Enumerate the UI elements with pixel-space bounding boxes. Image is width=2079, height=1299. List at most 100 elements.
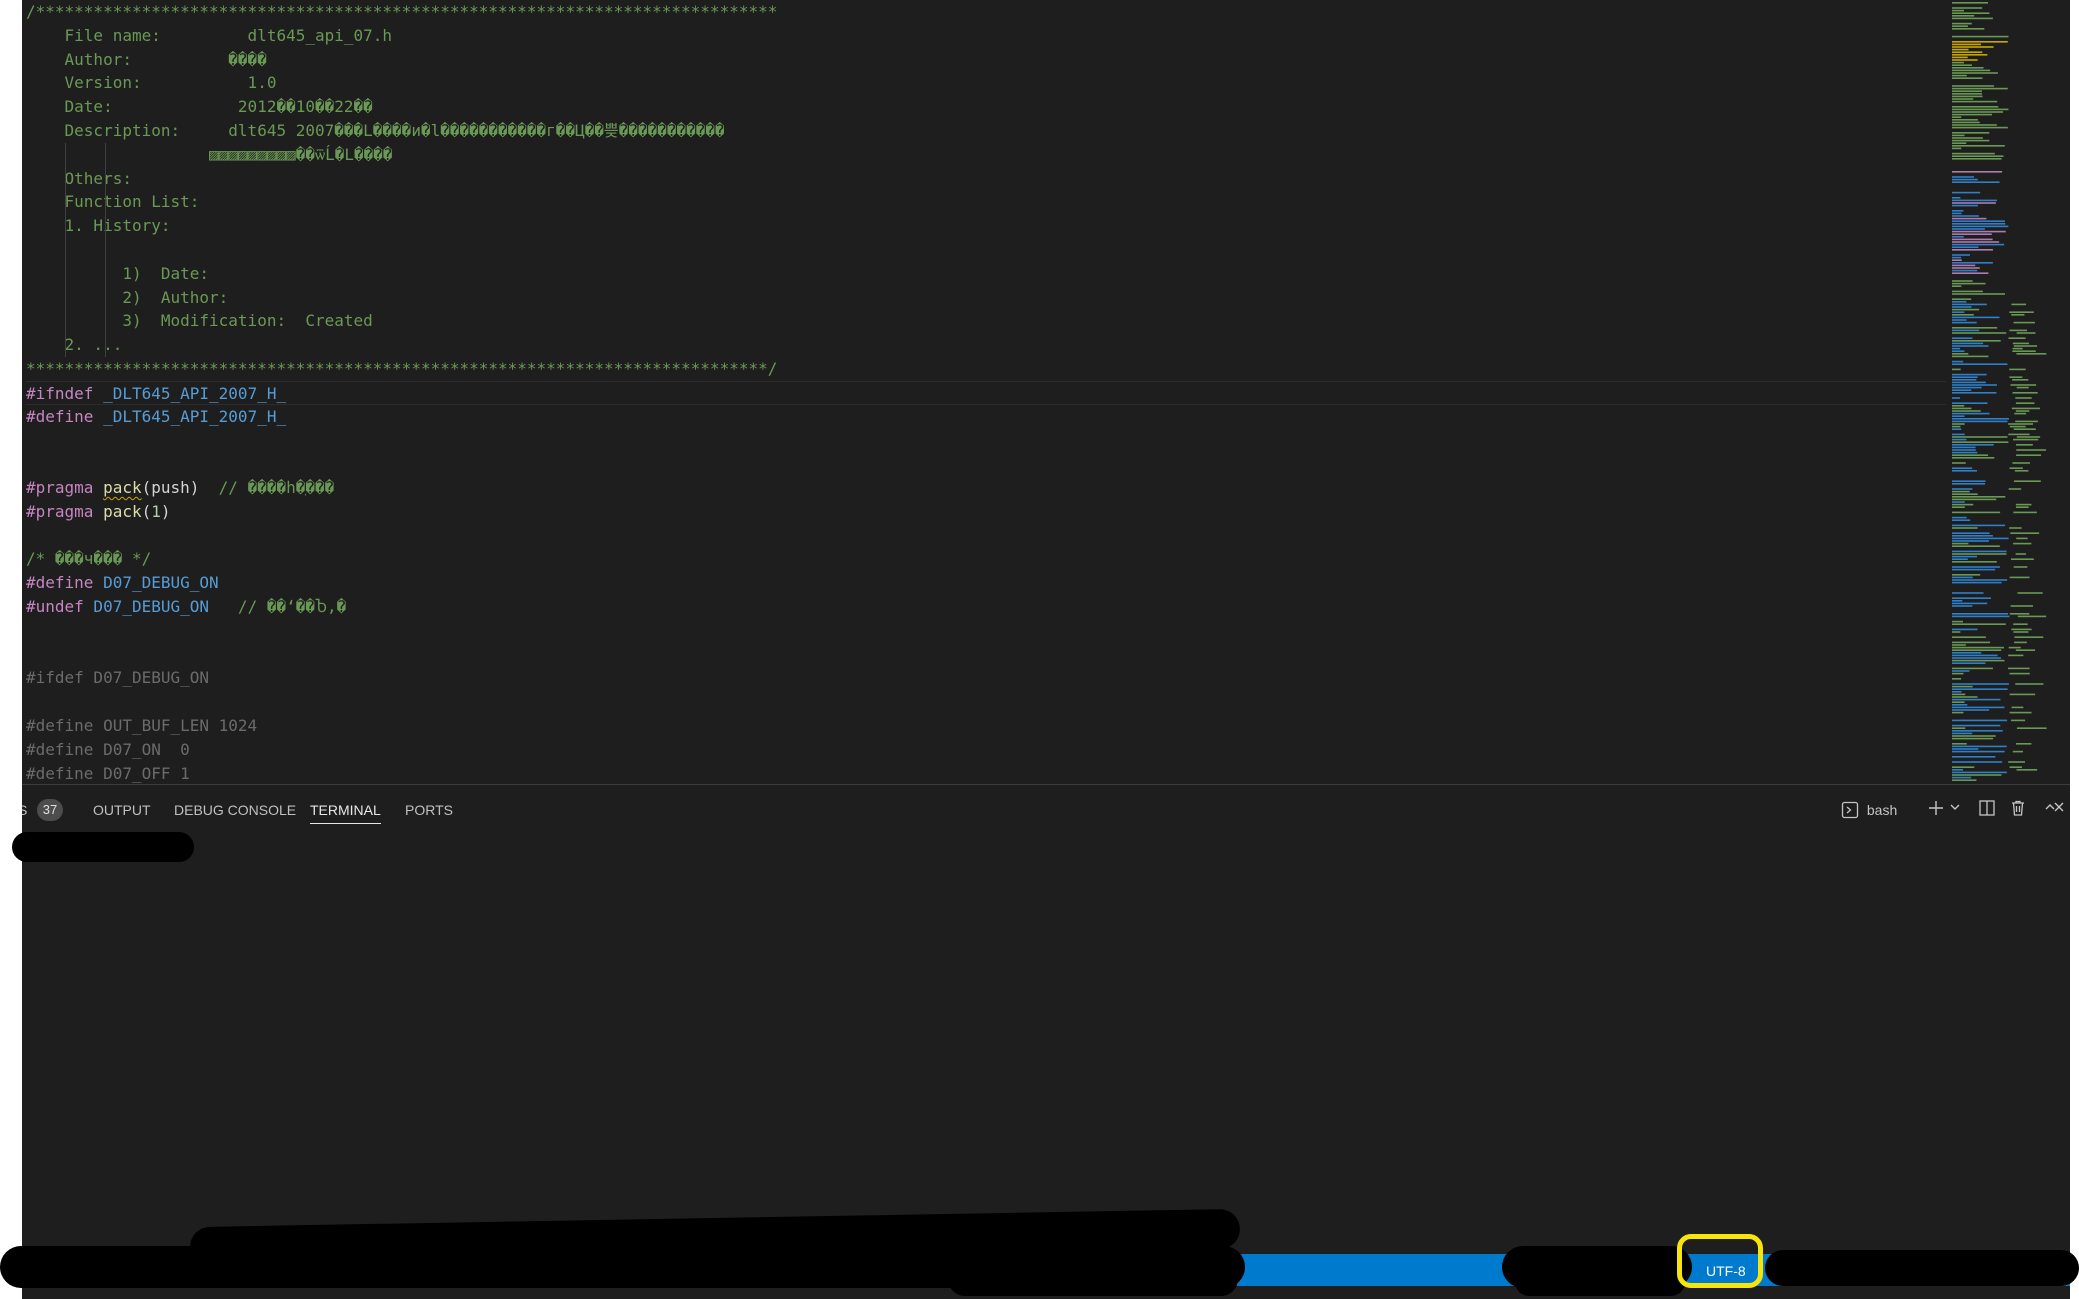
code-line[interactable]: Others: xyxy=(26,166,1946,191)
code-line[interactable]: 2. ... xyxy=(26,333,1946,357)
plus-icon[interactable] xyxy=(1927,799,1945,823)
indent-guide xyxy=(65,309,66,334)
minimap-line xyxy=(2008,654,2024,657)
code-line[interactable]: 3) Modification: Created xyxy=(26,309,1946,334)
code-line[interactable]: Author: ���� xyxy=(26,48,1946,72)
minimap-line xyxy=(1952,233,1992,235)
minimap-line xyxy=(1952,48,1969,51)
code-line[interactable] xyxy=(26,619,1946,643)
code-line[interactable]: 2) Author: xyxy=(26,285,1946,310)
code-line[interactable] xyxy=(26,237,1946,262)
minimap-line xyxy=(1952,386,1982,389)
trash-icon[interactable] xyxy=(2009,799,2027,823)
minimap-line xyxy=(1952,579,2008,581)
close-icon[interactable] xyxy=(2052,800,2066,824)
minimap-line xyxy=(1952,446,1976,449)
code-line[interactable] xyxy=(26,524,1946,548)
problems-count-badge: 37 xyxy=(37,799,63,821)
tab-ports[interactable]: PORTS xyxy=(405,797,453,823)
code-line[interactable]: #define OUT_BUF_LEN 1024 xyxy=(26,714,1946,738)
code-line[interactable]: #define D07_DEBUG_ON xyxy=(26,571,1946,595)
code-token: ****************************************… xyxy=(26,358,778,378)
minimap-line xyxy=(1952,568,1996,571)
tab-output[interactable]: OUTPUT xyxy=(93,797,151,823)
code-line[interactable]: Description: dlt645 2007���L����и�l�����… xyxy=(26,119,1946,143)
minimap-line xyxy=(1952,576,1973,579)
minimap-line xyxy=(1952,145,2005,147)
minimap-line xyxy=(1952,709,1990,711)
minimap-line xyxy=(2016,332,2036,334)
minimap-line xyxy=(1952,340,2001,342)
code-line[interactable]: 1) Date: xyxy=(26,261,1946,286)
code-token: #pragma xyxy=(26,477,94,497)
code-line[interactable] xyxy=(26,690,1946,714)
minimap-line xyxy=(2012,392,2038,394)
tab-terminal[interactable]: TERMINAL xyxy=(310,797,381,824)
code-line[interactable]: File name: dlt645_api_07.h xyxy=(26,24,1946,48)
minimap-line xyxy=(1952,706,2005,709)
minimap-line xyxy=(1952,285,1962,287)
minimap-line xyxy=(1952,259,1962,261)
code-line[interactable]: #undef D07_DEBUG_ON // ��ʻ��Ⴆ,� xyxy=(26,595,1946,619)
code-line[interactable]: ****************************************… xyxy=(26,357,1946,381)
code-line[interactable]: Version: 1.0 xyxy=(26,71,1946,95)
indent-guide xyxy=(105,261,106,286)
minimap-line xyxy=(2013,623,2028,625)
code-line[interactable] xyxy=(26,428,1946,452)
minimap-line xyxy=(1952,511,2001,514)
code-line[interactable] xyxy=(26,643,1946,667)
minimap-line xyxy=(1952,249,1993,251)
code-token: pack xyxy=(103,501,142,521)
minimap-line xyxy=(1952,147,1962,150)
minimap-line xyxy=(1952,470,1977,472)
terminal-profile-button[interactable]: bash xyxy=(1841,797,1897,821)
minimap-line xyxy=(1952,519,1971,521)
minimap-line xyxy=(1952,691,1962,693)
minimap-line xyxy=(1952,498,1997,501)
code-line[interactable] xyxy=(26,452,1946,476)
minimap-line xyxy=(1952,615,2010,618)
code-line[interactable]: #pragma pack(push) // ����һ�ֽ��� xyxy=(26,476,1946,500)
code-line[interactable]: #pragma pack(1) xyxy=(26,500,1946,524)
minimap-line xyxy=(1952,592,1984,594)
split-icon[interactable] xyxy=(1978,799,1996,823)
minimap-line xyxy=(1952,542,1969,545)
minimap-line xyxy=(1952,412,1990,415)
minimap-line xyxy=(1952,462,1966,464)
tab-problems[interactable]: S xyxy=(22,797,27,823)
minimap-line xyxy=(1952,555,1978,558)
code-line[interactable]: #define D07_ON 0 xyxy=(26,738,1946,762)
minimap[interactable] xyxy=(1948,0,2070,784)
minimap-line xyxy=(1952,327,1998,329)
code-line[interactable]: /***************************************… xyxy=(26,0,1946,24)
minimap-line xyxy=(1952,436,2008,438)
minimap-line xyxy=(1952,267,1980,269)
code-line[interactable]: #define D07_OFF 1 xyxy=(26,762,1946,785)
code-line[interactable]: #ifdef D07_DEBUG_ON xyxy=(26,666,1946,690)
code-line[interactable]: #define _DLT645_API_2007_H_ xyxy=(26,405,1946,429)
code-token: D07_DEBUG_ON xyxy=(93,573,219,593)
minimap-line xyxy=(1952,719,2008,722)
code-line[interactable]: Function List: xyxy=(26,190,1946,215)
minimap-line xyxy=(2010,605,2033,607)
code-line[interactable]: 1. History: xyxy=(26,214,1946,238)
minimap-line xyxy=(1952,407,1972,410)
minimap-line xyxy=(2013,566,2028,568)
chevron-down-icon[interactable] xyxy=(1948,800,1962,824)
terminal-area[interactable] xyxy=(22,829,2070,1249)
code-line[interactable]: /* ���ч��� */ xyxy=(26,547,1946,571)
minimap-line xyxy=(1952,158,2002,160)
code-lines[interactable]: /***************************************… xyxy=(26,0,1946,784)
code-line[interactable]: ▨▨▨▨▨▨▨▨▨��ѿĹ�L���� xyxy=(26,142,1946,167)
minimap-line xyxy=(2016,727,2047,729)
minimap-line xyxy=(1952,316,2000,319)
code-line[interactable]: #ifndef _DLT645_API_2007_H_ xyxy=(26,380,1946,405)
minimap-line xyxy=(2016,436,2041,438)
tab-debug-console[interactable]: DEBUG CONSOLE xyxy=(174,797,296,823)
minimap-line xyxy=(1952,212,1962,215)
minimap-line xyxy=(1952,540,1989,542)
code-line[interactable]: Date: 2012��10��22�� xyxy=(26,95,1946,119)
minimap-line xyxy=(1952,662,1986,664)
code-token: #define xyxy=(26,406,94,426)
code-editor[interactable]: /***************************************… xyxy=(22,0,2070,784)
